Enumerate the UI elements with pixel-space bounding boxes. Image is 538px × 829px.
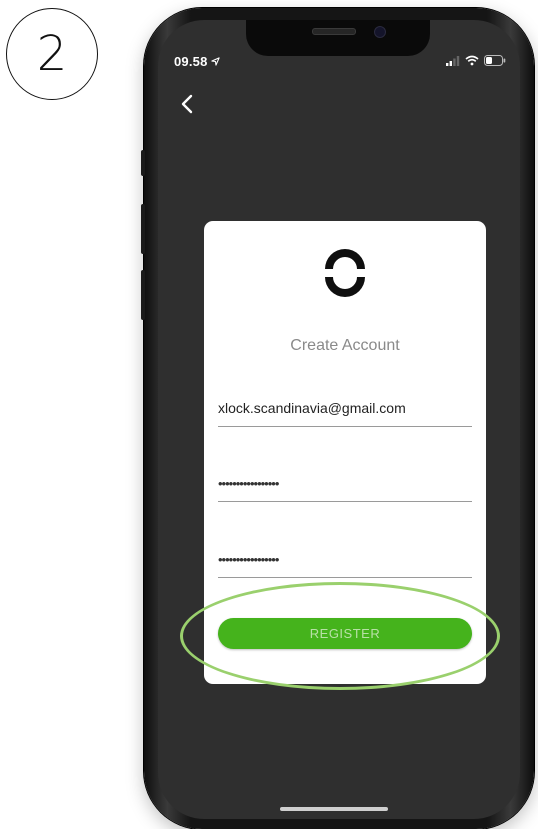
cellular-signal-icon (446, 55, 460, 66)
phone-frame: 09.58 Create Account xlock.scandinavia@g… (141, 8, 534, 829)
phone-side-button (141, 150, 145, 176)
status-bar-indicators (446, 55, 506, 66)
home-indicator[interactable] (280, 807, 388, 811)
password-field[interactable]: ••••••••••••••••• (218, 465, 472, 502)
wifi-icon (465, 55, 479, 66)
confirm-password-value: ••••••••••••••••• (218, 551, 279, 567)
step-number-badge: 2 (6, 8, 98, 100)
status-bar-time: 09.58 (174, 54, 220, 69)
confirm-password-field[interactable]: ••••••••••••••••• (218, 541, 472, 578)
speaker-grille (312, 28, 356, 35)
front-camera (374, 26, 386, 38)
phone-volume-down-button (141, 270, 145, 320)
battery-icon (484, 55, 506, 66)
register-highlight-ring (180, 582, 500, 690)
app-logo-icon (325, 249, 365, 297)
phone-notch (246, 20, 430, 56)
email-value: xlock.scandinavia@gmail.com (218, 400, 406, 416)
password-value: ••••••••••••••••• (218, 475, 279, 491)
location-arrow-icon (211, 57, 220, 66)
chevron-left-icon (181, 94, 193, 114)
back-button[interactable] (176, 92, 200, 116)
phone-volume-up-button (141, 204, 145, 254)
email-field[interactable]: xlock.scandinavia@gmail.com (218, 390, 472, 427)
app-screen: 09.58 Create Account xlock.scandinavia@g… (158, 20, 520, 819)
step-number: 2 (36, 26, 68, 82)
page-title: Create Account (290, 337, 400, 354)
